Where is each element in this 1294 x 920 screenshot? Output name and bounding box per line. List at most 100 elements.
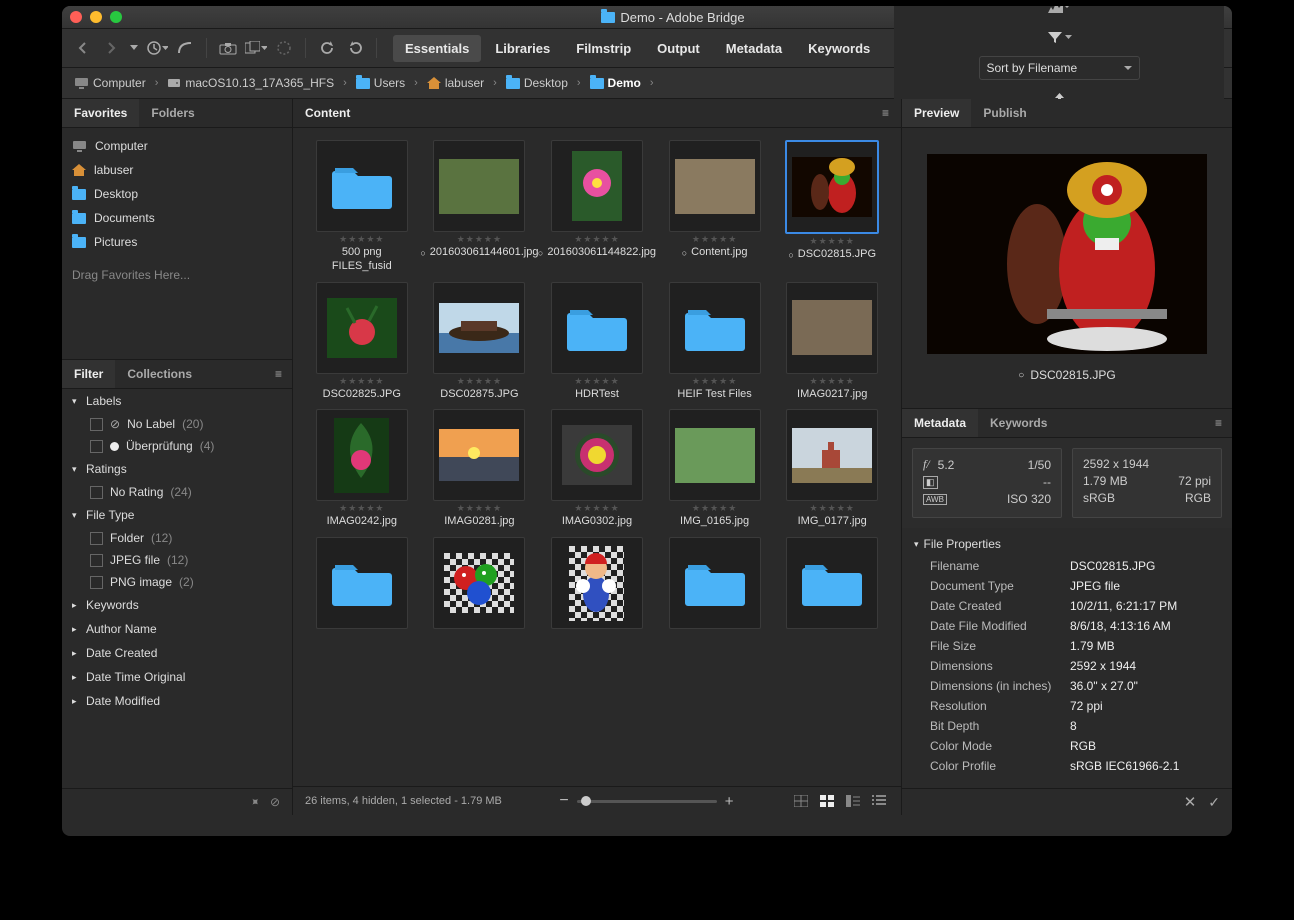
filter-option[interactable]: PNG image (2) [62, 571, 292, 593]
rating-stars[interactable]: ★★★★★ [810, 503, 855, 513]
breadcrumb-users[interactable]: Users [352, 74, 409, 92]
filter-section-labels[interactable]: ▾Labels [62, 389, 292, 413]
tab-content[interactable]: Content [293, 99, 362, 127]
boomerang-button[interactable] [174, 37, 196, 59]
thumbnail-item[interactable]: ★★★★★IMAG0242.jpg [305, 409, 419, 529]
filter-by-rating-button[interactable] [1044, 26, 1074, 48]
filter-section-date-created[interactable]: ▸Date Created [62, 641, 292, 665]
favorite-documents[interactable]: Documents [62, 206, 292, 230]
thumbnail-item[interactable] [658, 537, 772, 631]
rating-stars[interactable]: ★★★★★ [457, 234, 502, 244]
thumbnail-item[interactable]: ★★★★★500 png FILES_fusid [305, 140, 419, 274]
rating-stars[interactable]: ★★★★★ [574, 376, 619, 386]
breadcrumb-labuser[interactable]: labuser [423, 74, 488, 92]
workspace-essentials[interactable]: Essentials [393, 35, 481, 62]
favorite-labuser[interactable]: labuser [62, 158, 292, 182]
refine-button[interactable] [245, 37, 267, 59]
tab-publish[interactable]: Publish [971, 99, 1038, 127]
file-properties-header[interactable]: ▾File Properties [902, 532, 1232, 556]
thumbnail-item[interactable]: ★★★★★○DSC02815.JPG [775, 140, 889, 274]
workspace-filmstrip[interactable]: Filmstrip [564, 35, 643, 62]
breadcrumb-computer[interactable]: Computer [70, 74, 150, 92]
metadata-cancel-button[interactable]: ✕ [1184, 793, 1197, 811]
rating-stars[interactable]: ★★★★★ [692, 503, 737, 513]
view-grid-lock-button[interactable] [791, 793, 811, 809]
filter-section-date-time-original[interactable]: ▸Date Time Original [62, 665, 292, 689]
tab-filter[interactable]: Filter [62, 360, 115, 388]
cancel-filter-icon[interactable]: ⊘ [270, 795, 280, 809]
reveal-recent-button[interactable] [146, 37, 168, 59]
rating-stars[interactable]: ★★★★★ [339, 503, 384, 513]
rotate-ccw-button[interactable] [316, 37, 338, 59]
thumbnail-item[interactable]: ★★★★★○201603061144822.jpg [540, 140, 654, 274]
thumbnail-item[interactable]: ★★★★★HDRTest [540, 282, 654, 402]
rating-stars[interactable]: ★★★★★ [574, 234, 619, 244]
thumbnail-item[interactable]: ★★★★★IMG_0165.jpg [658, 409, 772, 529]
thumbnail-item[interactable] [305, 537, 419, 631]
workspace-output[interactable]: Output [645, 35, 712, 62]
zoom-window-button[interactable] [110, 11, 122, 23]
favorite-computer[interactable]: Computer [62, 134, 292, 158]
thumbnail-item[interactable]: ★★★★★DSC02875.JPG [423, 282, 537, 402]
rating-stars[interactable]: ★★★★★ [574, 503, 619, 513]
breadcrumb-demo[interactable]: Demo [586, 74, 645, 92]
rating-stars[interactable]: ★★★★★ [692, 234, 737, 244]
filter-section-ratings[interactable]: ▾Ratings [62, 457, 292, 481]
rating-stars[interactable]: ★★★★★ [457, 376, 502, 386]
thumbnail-item[interactable]: ★★★★★IMAG0302.jpg [540, 409, 654, 529]
filter-option[interactable]: Überprüfung (4) [62, 435, 292, 457]
filter-section-author-name[interactable]: ▸Author Name [62, 617, 292, 641]
thumbnail-item[interactable]: ★★★★★IMAG0281.jpg [423, 409, 537, 529]
rating-stars[interactable]: ★★★★★ [457, 503, 502, 513]
filter-section-keywords[interactable]: ▸Keywords [62, 593, 292, 617]
workspace-keywords[interactable]: Keywords [796, 35, 882, 62]
filter-option[interactable]: ⊘No Label (20) [62, 413, 292, 435]
workspace-libraries[interactable]: Libraries [483, 35, 562, 62]
get-photos-button[interactable] [217, 37, 239, 59]
rating-stars[interactable]: ★★★★★ [692, 376, 737, 386]
rating-stars[interactable]: ★★★★★ [339, 234, 384, 244]
view-list-button[interactable] [869, 793, 889, 809]
thumbnail-grid[interactable]: ★★★★★500 png FILES_fusid★★★★★○2016030611… [293, 128, 901, 786]
rotate-cw-button[interactable] [344, 37, 366, 59]
breadcrumb-macos101317a365hfs[interactable]: macOS10.13_17A365_HFS [163, 74, 338, 92]
tab-keywords[interactable]: Keywords [978, 409, 1059, 437]
filter-option[interactable]: Folder (12) [62, 527, 292, 549]
favorite-desktop[interactable]: Desktop [62, 182, 292, 206]
thumbnail-item[interactable] [540, 537, 654, 631]
close-window-button[interactable] [70, 11, 82, 23]
zoom-slider[interactable] [577, 800, 717, 803]
tab-folders[interactable]: Folders [139, 99, 206, 127]
tab-favorites[interactable]: Favorites [62, 99, 139, 127]
open-camera-raw-button[interactable] [273, 37, 295, 59]
rating-stars[interactable]: ★★★★★ [810, 236, 855, 246]
thumbnail-item[interactable] [775, 537, 889, 631]
nav-back-button[interactable] [72, 37, 94, 59]
view-details-button[interactable] [843, 793, 863, 809]
thumbnail-item[interactable]: ★★★★★HEIF Test Files [658, 282, 772, 402]
tab-preview[interactable]: Preview [902, 99, 971, 127]
thumbnail-item[interactable] [423, 537, 537, 631]
nav-recent-dropdown[interactable] [128, 37, 140, 59]
filter-option[interactable]: No Rating (24) [62, 481, 292, 503]
thumbnail-item[interactable]: ★★★★★○Content.jpg [658, 140, 772, 274]
rating-stars[interactable]: ★★★★★ [810, 376, 855, 386]
zoom-out-button[interactable]: − [559, 792, 568, 810]
view-thumbnails-button[interactable] [817, 793, 837, 809]
thumbnail-item[interactable]: ★★★★★IMAG0217.jpg [775, 282, 889, 402]
thumbnail-item[interactable]: ★★★★★○201603061144601.jpg [423, 140, 537, 274]
filter-menu-icon[interactable]: ≡ [265, 360, 292, 388]
thumbnail-quality-dropdown[interactable] [1048, 6, 1070, 18]
thumbnail-item[interactable]: ★★★★★DSC02825.JPG [305, 282, 419, 402]
sort-dropdown[interactable]: Sort by Filename [979, 56, 1140, 80]
filter-section-date-modified[interactable]: ▸Date Modified [62, 689, 292, 713]
preview-image[interactable] [927, 154, 1207, 354]
minimize-window-button[interactable] [90, 11, 102, 23]
filter-section-file-type[interactable]: ▾File Type [62, 503, 292, 527]
favorite-pictures[interactable]: Pictures [62, 230, 292, 254]
nav-forward-button[interactable] [100, 37, 122, 59]
thumbnail-item[interactable]: ★★★★★IMG_0177.jpg [775, 409, 889, 529]
pin-icon[interactable]: ✦ [246, 793, 263, 810]
rating-stars[interactable]: ★★★★★ [339, 376, 384, 386]
workspace-metadata[interactable]: Metadata [714, 35, 794, 62]
